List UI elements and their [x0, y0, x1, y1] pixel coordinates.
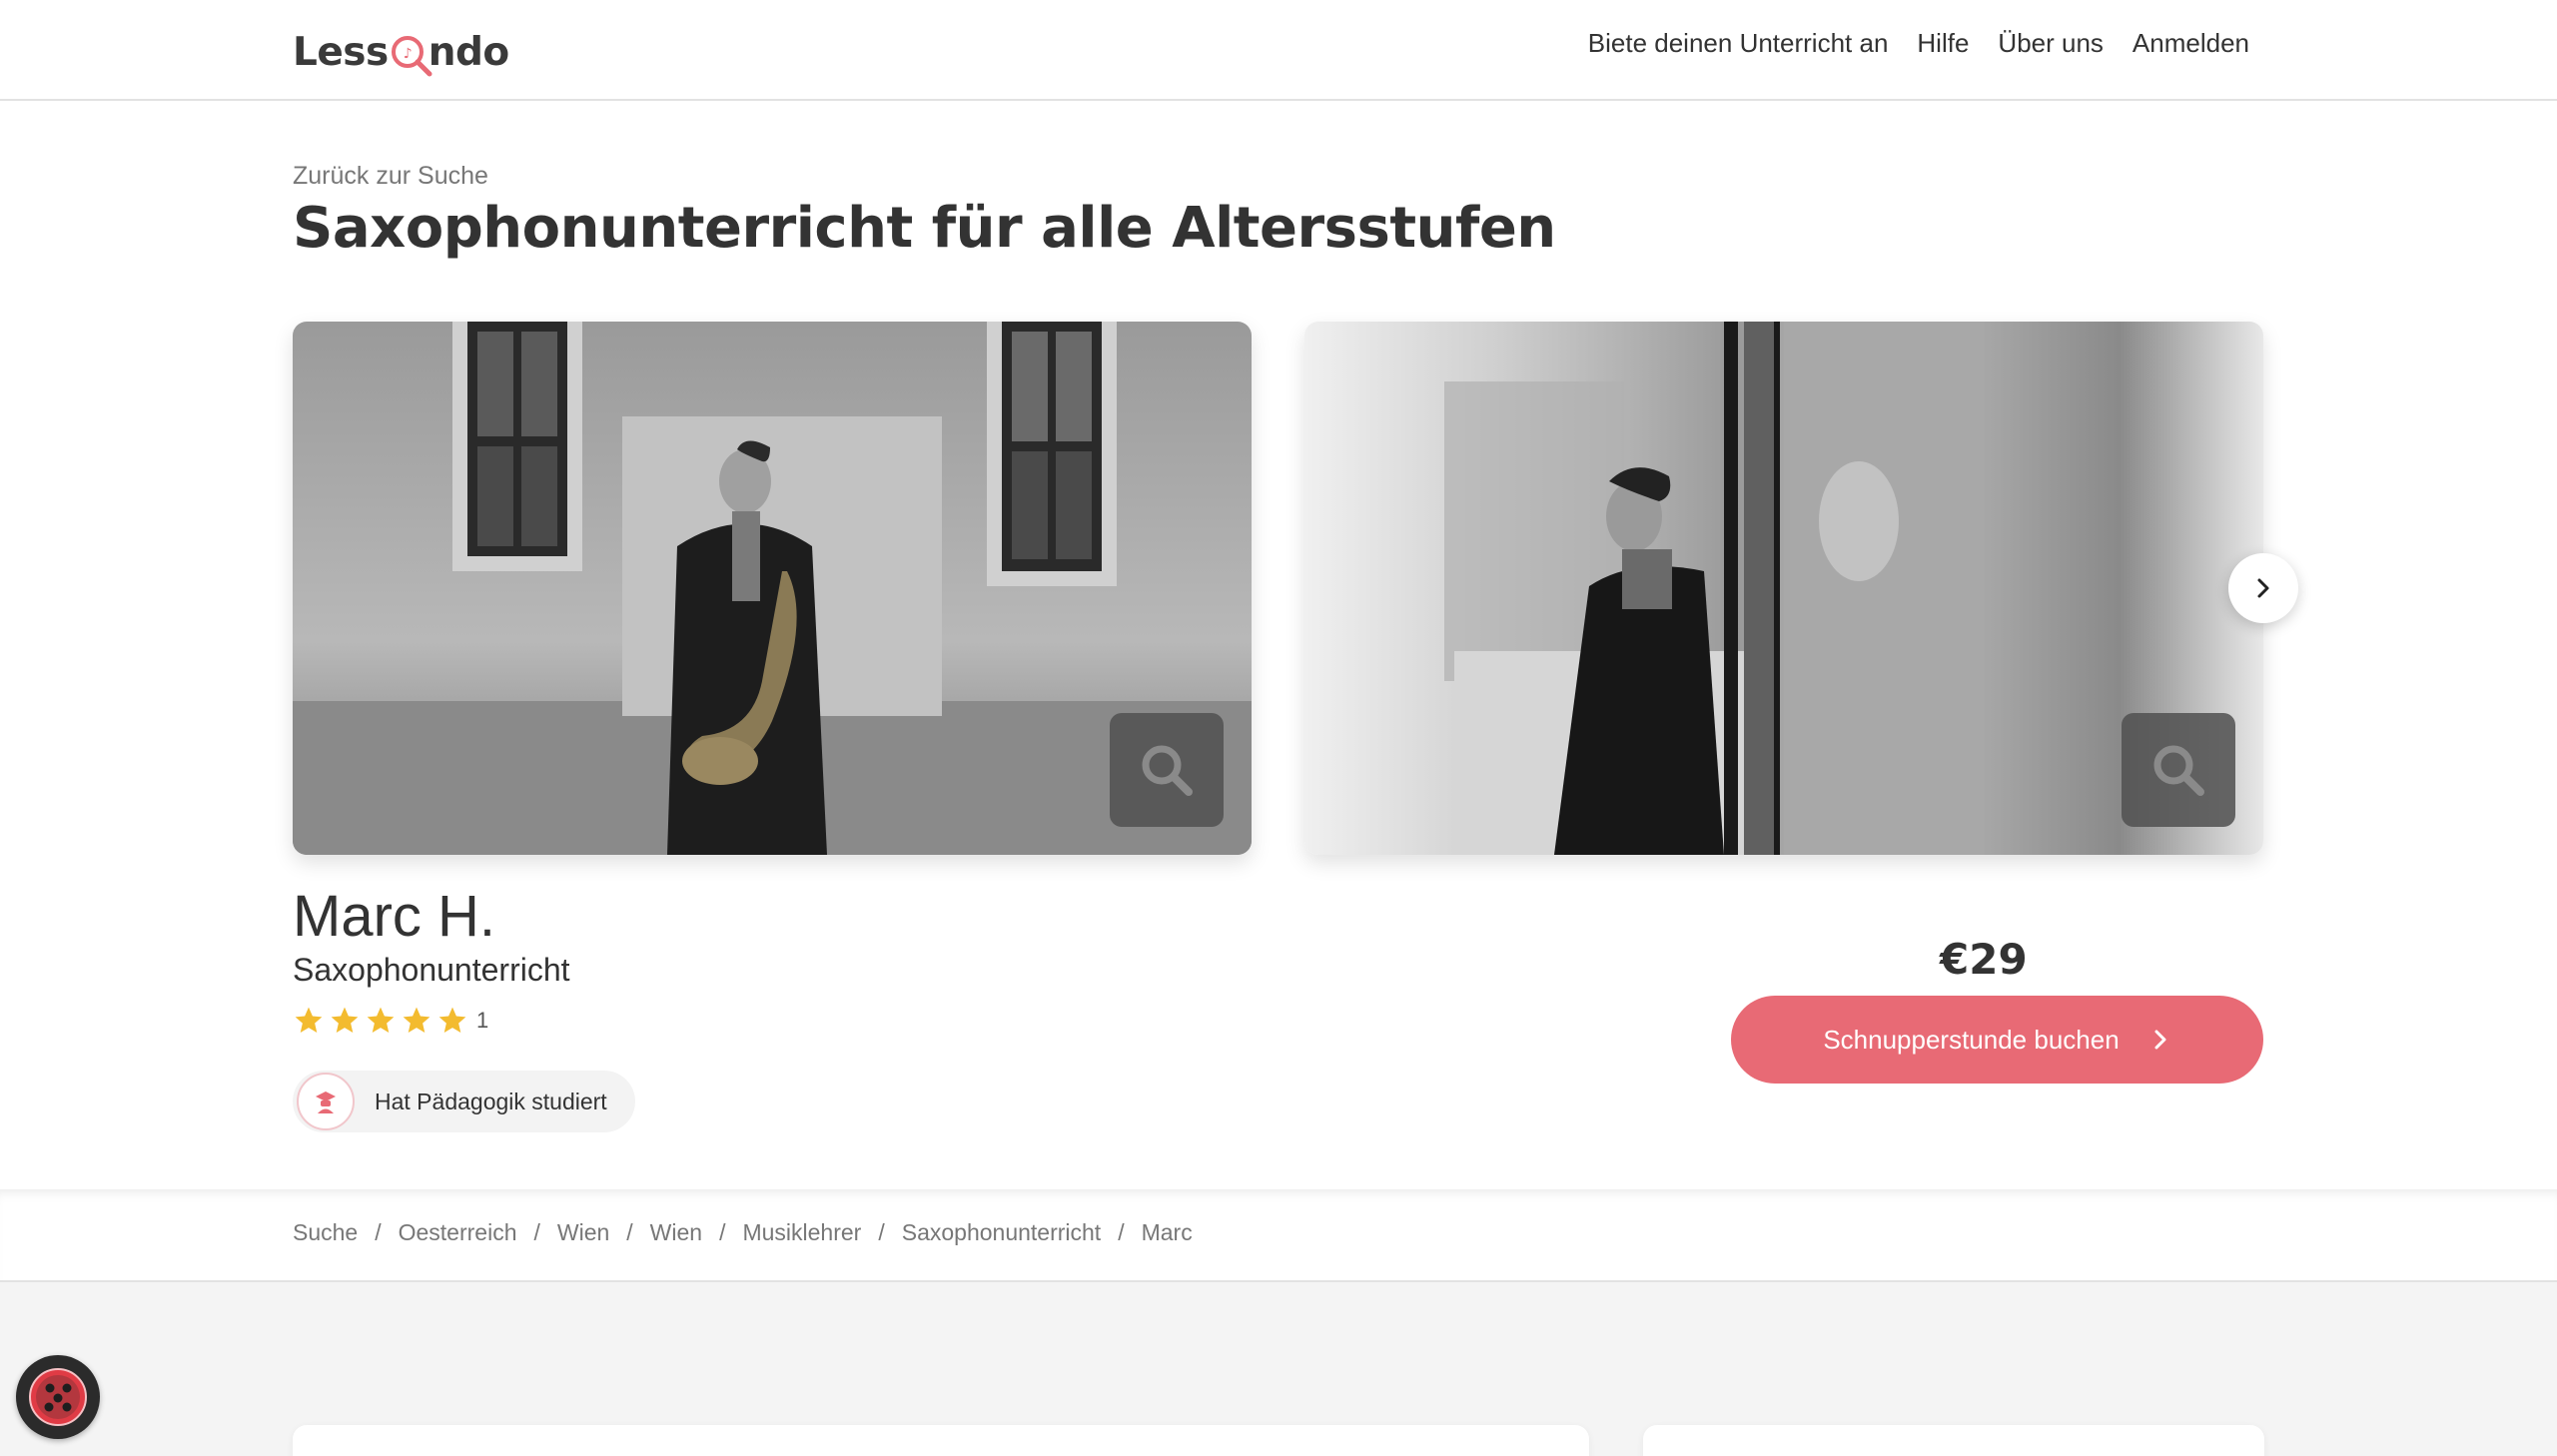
rating-count: 1: [476, 1008, 489, 1033]
star-icon: [367, 1007, 395, 1033]
breadcrumb: Suche / Oesterreich / Wien / Wien / Musikleh…: [293, 1219, 1193, 1246]
breadcrumb-item[interactable]: Oesterreich: [399, 1219, 517, 1246]
zoom-photo-1-button[interactable]: [1110, 713, 1224, 827]
nav-login[interactable]: Anmelden: [2132, 28, 2249, 59]
gallery-photo-2[interactable]: [1304, 322, 2263, 855]
saxophonist-photo: [293, 322, 1252, 855]
site-header: Less ♪ ndo Biete deinen Unterricht an Hi…: [0, 0, 2557, 101]
nav-about[interactable]: Über uns: [1998, 28, 2104, 59]
svg-text:♪: ♪: [404, 46, 412, 62]
gallery-photo-1[interactable]: [293, 322, 1252, 855]
nav-offer-lessons[interactable]: Biete deinen Unterricht an: [1588, 28, 1889, 59]
teacher-subject: Saxophonunterricht: [293, 952, 570, 988]
star-icon: [438, 1007, 466, 1033]
rating[interactable]: 1: [293, 1005, 488, 1037]
star-icon: [403, 1007, 430, 1033]
nav-help[interactable]: Hilfe: [1917, 28, 1969, 59]
cookie-settings-button[interactable]: [16, 1355, 100, 1439]
badge-label: Hat Pädagogik studiert: [375, 1088, 607, 1114]
main-nav: Biete deinen Unterricht an Hilfe Über un…: [1588, 28, 2249, 59]
breadcrumb-item[interactable]: Marc: [1142, 1219, 1193, 1246]
breadcrumb-item[interactable]: Wien: [557, 1219, 609, 1246]
portrait-photo: [1304, 322, 2263, 855]
logo-text-left: Less: [293, 29, 389, 75]
cookie-icon: [29, 1368, 87, 1426]
star-icon: [331, 1007, 359, 1033]
magnifier-icon: [1142, 745, 1193, 796]
breadcrumb-item[interactable]: Saxophonunterricht: [902, 1219, 1101, 1246]
book-trial-lesson-button[interactable]: Schnupperstunde buchen: [1731, 996, 2263, 1084]
magnifier-icon: [2153, 745, 2204, 796]
profile-details-section: [0, 1282, 2557, 1456]
details-card: [293, 1425, 1589, 1456]
chevron-right-icon: [2257, 578, 2269, 598]
lessondo-logo[interactable]: Less ♪ ndo: [293, 24, 509, 80]
price: €29: [1940, 935, 2028, 984]
book-button-label: Schnupperstunde buchen: [1823, 1024, 2120, 1055]
graduate-icon: [297, 1073, 355, 1130]
sidebar-card: [1643, 1425, 2264, 1456]
page-title: Saxophonunterricht für alle Altersstufen: [293, 196, 1556, 261]
breadcrumb-item[interactable]: Musiklehrer: [742, 1219, 861, 1246]
gallery-next-button[interactable]: [2228, 553, 2298, 623]
chevron-right-icon: [2154, 1030, 2166, 1050]
logo-text-right: ndo: [427, 29, 509, 75]
back-to-search-link[interactable]: Zurück zur Suche: [293, 162, 488, 191]
logo-magnifier-icon: ♪: [390, 33, 432, 77]
zoom-photo-2-button[interactable]: [2122, 713, 2235, 827]
breadcrumb-bar: Suche / Oesterreich / Wien / Wien / Musikleh…: [0, 1189, 2557, 1282]
pedagogy-badge: Hat Pädagogik studiert: [293, 1071, 635, 1132]
breadcrumb-item[interactable]: Wien: [650, 1219, 702, 1246]
star-icon: [295, 1007, 323, 1033]
teacher-name: Marc H.: [293, 884, 495, 949]
breadcrumb-item[interactable]: Suche: [293, 1219, 358, 1246]
